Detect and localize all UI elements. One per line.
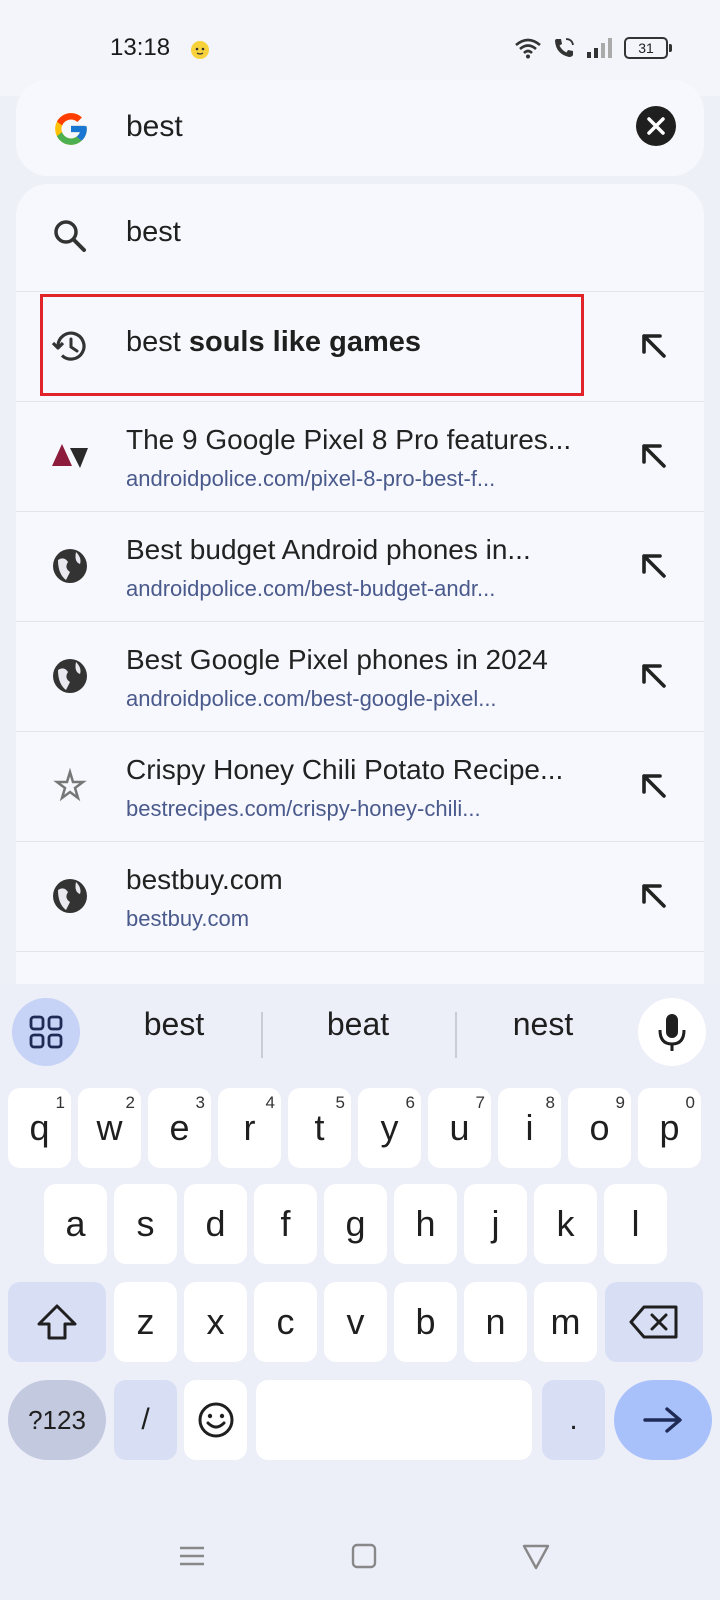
keyboard-apps-button[interactable]: [12, 998, 80, 1066]
key-k[interactable]: k: [534, 1184, 597, 1264]
globe-icon: [53, 549, 87, 583]
backspace-key[interactable]: [605, 1282, 703, 1362]
close-icon: [647, 117, 665, 135]
suggestion-url: androidpolice.com/best-budget-andr...: [126, 576, 496, 601]
enter-key[interactable]: [614, 1380, 712, 1460]
home-icon[interactable]: [348, 1540, 380, 1572]
key-v[interactable]: v: [324, 1282, 387, 1362]
grid-icon: [29, 1015, 63, 1049]
key-w[interactable]: w2: [78, 1088, 141, 1168]
suggestion-title: Best budget Android phones in...: [126, 534, 531, 565]
key-d[interactable]: d: [184, 1184, 247, 1264]
arrow-right-icon: [643, 1407, 682, 1433]
globe-icon: [53, 879, 87, 913]
suggestion-url: androidpolice.com/best-google-pixel...: [126, 686, 497, 711]
keyboard: best beat nest q1 w2 e3 r4 t5 y6 u7 i8 o…: [0, 984, 720, 1600]
key-i[interactable]: i8: [498, 1088, 561, 1168]
key-c[interactable]: c: [254, 1282, 317, 1362]
suggestion-url: androidpolice.com/pixel-8-pro-best-f...: [126, 466, 496, 491]
notification-emoji-icon: [191, 41, 209, 59]
key-g[interactable]: g: [324, 1184, 387, 1264]
voice-input-button[interactable]: [638, 998, 706, 1066]
suggestion-row-site[interactable]: Best Google Pixel phones in 2024 android…: [16, 620, 704, 732]
suggestion-row-site[interactable]: Crispy Honey Chili Potato Recipe... best…: [16, 730, 704, 842]
fill-query-arrow-icon[interactable]: [634, 326, 674, 366]
fill-query-arrow-icon[interactable]: [634, 656, 674, 696]
period-key[interactable]: .: [542, 1380, 605, 1460]
suggestion-url: bestrecipes.com/crispy-honey-chili...: [126, 796, 481, 821]
site-logo-icon: [52, 444, 88, 468]
key-f[interactable]: f: [254, 1184, 317, 1264]
fill-query-arrow-icon[interactable]: [634, 766, 674, 806]
status-time: 13:18: [110, 34, 171, 61]
suggestion-title: The 9 Google Pixel 8 Pro features...: [126, 424, 572, 455]
key-m[interactable]: m: [534, 1282, 597, 1362]
key-l[interactable]: l: [604, 1184, 667, 1264]
key-o[interactable]: o9: [568, 1088, 631, 1168]
emoji-key[interactable]: [184, 1380, 247, 1460]
suggestion-title: Crispy Honey Chili Potato Recipe...: [126, 754, 564, 785]
key-h[interactable]: h: [394, 1184, 457, 1264]
suggestion-url: bestbuy.com: [126, 906, 250, 931]
highlight-box: [40, 294, 584, 396]
signal-icon: [587, 38, 612, 58]
search-box[interactable]: best: [16, 80, 704, 176]
key-t[interactable]: t5: [288, 1088, 351, 1168]
key-q[interactable]: q1: [8, 1088, 71, 1168]
key-e[interactable]: e3: [148, 1088, 211, 1168]
navigation-bar: [0, 1512, 720, 1600]
suggestions-list: best best souls like games The 9 Google …: [16, 184, 704, 1000]
wifi-icon: [515, 38, 541, 59]
suggestion-row-site[interactable]: Best budget Android phones in... android…: [16, 510, 704, 622]
key-u[interactable]: u7: [428, 1088, 491, 1168]
shift-icon: [37, 1304, 77, 1340]
backspace-icon: [629, 1305, 678, 1339]
search-icon: [54, 220, 86, 252]
suggestion-divider: [261, 1012, 263, 1058]
word-suggestion[interactable]: best: [94, 1006, 254, 1043]
clear-search-button[interactable]: [636, 106, 676, 146]
key-s[interactable]: s: [114, 1184, 177, 1264]
globe-icon: [53, 659, 87, 693]
suggestion-title: bestbuy.com: [126, 864, 283, 895]
suggestion-text: best: [126, 216, 181, 248]
suggestion-title: Best Google Pixel phones in 2024: [126, 644, 548, 675]
key-b[interactable]: b: [394, 1282, 457, 1362]
status-icons: 31: [514, 34, 672, 62]
menu-icon[interactable]: [176, 1540, 208, 1572]
suggestion-divider: [455, 1012, 457, 1058]
suggestion-row-site[interactable]: bestbuy.com bestbuy.com: [16, 840, 704, 952]
fill-query-arrow-icon[interactable]: [634, 876, 674, 916]
search-input[interactable]: best: [126, 110, 183, 144]
emoji-icon: [198, 1402, 233, 1438]
fill-query-arrow-icon[interactable]: [634, 546, 674, 586]
suggestion-row-query[interactable]: best: [16, 184, 704, 292]
suggestion-row-site[interactable]: The 9 Google Pixel 8 Pro features... and…: [16, 400, 704, 512]
key-y[interactable]: y6: [358, 1088, 421, 1168]
space-key[interactable]: [256, 1380, 532, 1460]
key-a[interactable]: a: [44, 1184, 107, 1264]
key-r[interactable]: r4: [218, 1088, 281, 1168]
word-suggestion[interactable]: beat: [278, 1006, 438, 1043]
key-p[interactable]: p0: [638, 1088, 701, 1168]
fill-query-arrow-icon[interactable]: [634, 436, 674, 476]
star-icon: [53, 767, 87, 802]
symbols-key[interactable]: ?123: [8, 1380, 106, 1460]
key-j[interactable]: j: [464, 1184, 527, 1264]
wifi-call-icon: [555, 38, 574, 57]
back-icon[interactable]: [520, 1540, 552, 1572]
google-logo-icon: [55, 113, 87, 145]
key-n[interactable]: n: [464, 1282, 527, 1362]
key-z[interactable]: z: [114, 1282, 177, 1362]
word-suggestion[interactable]: nest: [463, 1006, 623, 1043]
microphone-icon: [658, 1014, 686, 1051]
key-x[interactable]: x: [184, 1282, 247, 1362]
battery-indicator: 31: [624, 37, 672, 59]
slash-key[interactable]: /: [114, 1380, 177, 1460]
shift-key[interactable]: [8, 1282, 106, 1362]
